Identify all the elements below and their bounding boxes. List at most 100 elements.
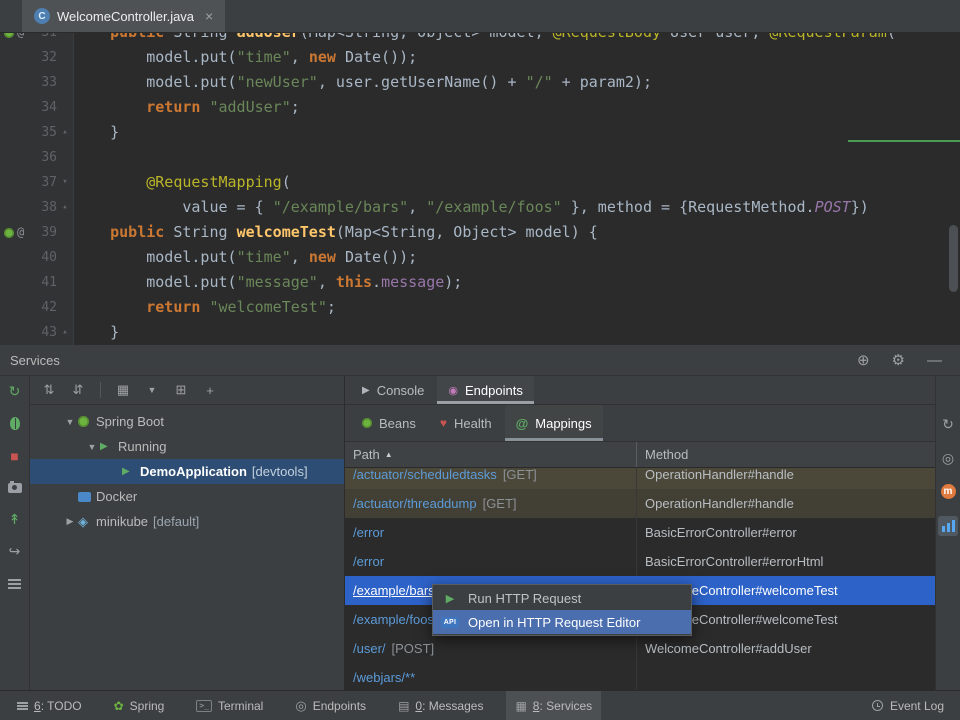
rerun-icon[interactable]: ↻ bbox=[6, 384, 24, 399]
detach-icon[interactable]: ↪ bbox=[6, 544, 24, 559]
tree-item-running[interactable]: ▼▶Running bbox=[30, 434, 344, 459]
close-icon[interactable]: × bbox=[205, 8, 213, 24]
gutter-icons: @ bbox=[0, 220, 28, 245]
subtab-mappings[interactable]: @Mappings bbox=[505, 405, 603, 441]
tree-item-spring-boot[interactable]: ▼Spring Boot bbox=[30, 409, 344, 434]
options-icon[interactable] bbox=[6, 576, 24, 591]
code-token: return bbox=[146, 298, 209, 316]
column-header-method[interactable]: Method bbox=[637, 447, 935, 462]
tab-endpoints[interactable]: ◉Endpoints bbox=[437, 376, 533, 404]
editor-tab[interactable]: C WelcomeController.java × bbox=[22, 0, 225, 32]
chevron-down-icon[interactable]: ▼ bbox=[84, 442, 100, 452]
endpoint-path-link[interactable]: /error bbox=[353, 554, 384, 569]
gear-icon[interactable]: ⚙ bbox=[892, 351, 905, 369]
column-header-path[interactable]: Path▲ bbox=[345, 442, 637, 467]
web-icon[interactable]: ◎ bbox=[942, 450, 954, 467]
table-row[interactable]: /webjars/** bbox=[345, 663, 935, 690]
endpoint-path-link[interactable]: /example/foos bbox=[353, 612, 434, 627]
code-editor[interactable]: @31 public String addUser(Map<String, Ob… bbox=[0, 33, 960, 345]
tree-item-docker[interactable]: Docker bbox=[30, 484, 344, 509]
fold-marker-icon: ▾ bbox=[57, 170, 73, 195]
spring-button[interactable]: ✿Spring bbox=[105, 691, 174, 720]
code-token: this bbox=[336, 273, 372, 291]
thread-dump-icon[interactable] bbox=[6, 480, 24, 495]
status-bar: 6: TODO ✿Spring >_Terminal ◎Endpoints ▤0: Me… bbox=[0, 690, 960, 720]
services-tree-pane: ⇅ ⇵ ▦ ▼ ⊞ + ▼Spring Boot▼▶Running▶DemoApplica… bbox=[30, 376, 345, 690]
refresh-icon[interactable]: ↻ bbox=[942, 416, 954, 433]
endpoint-path-link[interactable]: /example/bars bbox=[353, 583, 435, 598]
endpoint-path-link[interactable]: /actuator/threaddump bbox=[353, 496, 477, 511]
path-cell: /user/ [POST] bbox=[345, 634, 637, 663]
filter-icon[interactable]: ▼ bbox=[145, 385, 159, 395]
code-token: } bbox=[74, 123, 119, 141]
line-number: 39 bbox=[28, 220, 57, 245]
code-text: return "addUser"; bbox=[74, 95, 300, 120]
editor-gutter: @39 bbox=[0, 220, 74, 245]
subtab-health[interactable]: ♥Health bbox=[429, 405, 503, 441]
table-row[interactable]: /errorBasicErrorController#error bbox=[345, 518, 935, 547]
tree-item-demoapplication[interactable]: ▶DemoApplication[devtools] bbox=[30, 459, 344, 484]
terminal-icon: >_ bbox=[196, 700, 212, 712]
menu-item-run-http-request[interactable]: ▶Run HTTP Request bbox=[433, 586, 691, 610]
code-token: ( bbox=[887, 33, 896, 41]
add-service-icon[interactable]: + bbox=[203, 383, 217, 398]
services-button[interactable]: ▦8: Services bbox=[506, 691, 601, 720]
debug-icon[interactable] bbox=[6, 416, 24, 431]
todo-button[interactable]: 6: TODO bbox=[8, 691, 91, 720]
chevron-right-icon[interactable]: ▶ bbox=[62, 516, 78, 527]
fold-marker-icon: ▴ bbox=[57, 120, 73, 145]
code-line: 41 model.put("message", this.message); bbox=[0, 270, 960, 295]
spring-bean-gutter-icon[interactable] bbox=[4, 33, 14, 38]
code-token: message bbox=[381, 273, 444, 291]
expand-all-icon[interactable]: ⇅ bbox=[42, 382, 56, 398]
collapse-all-icon[interactable]: ⇵ bbox=[71, 382, 85, 398]
table-row[interactable]: /user/[POST]WelcomeController#addUser bbox=[345, 634, 935, 663]
event-log-button[interactable]: Event Log bbox=[864, 699, 952, 713]
code-token: ; bbox=[291, 98, 300, 116]
annotation-gutter-icon[interactable]: @ bbox=[17, 220, 24, 245]
endpoints-stripe-icon[interactable] bbox=[938, 516, 958, 536]
messages-button[interactable]: ▤0: Messages bbox=[389, 691, 492, 720]
code-token: model.put( bbox=[74, 248, 237, 266]
services-tree: ▼Spring Boot▼▶Running▶DemoApplication[de… bbox=[30, 405, 344, 690]
m-tool-icon[interactable]: m bbox=[941, 484, 956, 499]
code-token bbox=[74, 173, 146, 191]
code-token: value = { bbox=[74, 198, 273, 216]
stop-icon[interactable]: ■ bbox=[6, 448, 24, 463]
code-line: 40 model.put("time", new Date()); bbox=[0, 245, 960, 270]
editor-scrollbar[interactable] bbox=[949, 225, 958, 292]
services-panel: Services ⊕⚙— ↻■↟↪ ⇅⇵▦▼⊞+ ▼Spring Boot▼▶R… bbox=[0, 345, 960, 690]
run-icon: ▶ bbox=[100, 441, 108, 452]
endpoints-button[interactable]: ◎Endpoints bbox=[286, 691, 375, 720]
line-number: 31 bbox=[28, 33, 57, 45]
menu-item-open-in-http-request-editor[interactable]: APIOpen in HTTP Request Editor bbox=[433, 610, 691, 634]
code-token: "/example/foos" bbox=[426, 198, 561, 216]
http-method-badge: [POST] bbox=[392, 641, 435, 656]
chevron-down-icon[interactable]: ▼ bbox=[62, 417, 78, 427]
tool-window-settings-icon[interactable]: ⊕ bbox=[857, 351, 870, 369]
endpoint-path-link[interactable]: /user/ bbox=[353, 641, 386, 656]
editor-gutter: 40 bbox=[0, 245, 74, 270]
spring-bean-gutter-icon[interactable] bbox=[4, 228, 14, 238]
endpoint-path-link[interactable]: /webjars/** bbox=[353, 670, 415, 685]
bean-icon bbox=[362, 418, 372, 428]
group-by-icon[interactable]: ▦ bbox=[116, 382, 130, 398]
table-row[interactable]: /actuator/threaddump[GET]OperationHandle… bbox=[345, 489, 935, 518]
annotation-gutter-icon[interactable]: @ bbox=[17, 33, 24, 45]
endpoint-path-link[interactable]: /error bbox=[353, 525, 384, 540]
update-running-app-icon[interactable]: ↟ bbox=[6, 512, 24, 527]
tab-console[interactable]: ▶Console bbox=[351, 376, 435, 404]
line-number: 35 bbox=[28, 120, 57, 145]
tree-item-minikube[interactable]: ▶◈minikube[default] bbox=[30, 509, 344, 534]
code-token: }, method = {RequestMethod. bbox=[562, 198, 815, 216]
subtab-beans[interactable]: Beans bbox=[351, 405, 427, 441]
code-token: (Map<String, Object> model) { bbox=[336, 223, 598, 241]
view-mode-icon[interactable]: ⊞ bbox=[174, 382, 188, 398]
table-row[interactable]: /errorBasicErrorController#errorHtml bbox=[345, 547, 935, 576]
hide-panel-icon[interactable]: — bbox=[927, 352, 942, 369]
code-token: "newUser" bbox=[237, 73, 318, 91]
bar bbox=[952, 520, 955, 532]
terminal-button[interactable]: >_Terminal bbox=[187, 691, 272, 720]
endpoint-path-link[interactable]: /actuator/scheduledtasks bbox=[353, 467, 497, 482]
run-icon: ▶ bbox=[122, 466, 130, 477]
